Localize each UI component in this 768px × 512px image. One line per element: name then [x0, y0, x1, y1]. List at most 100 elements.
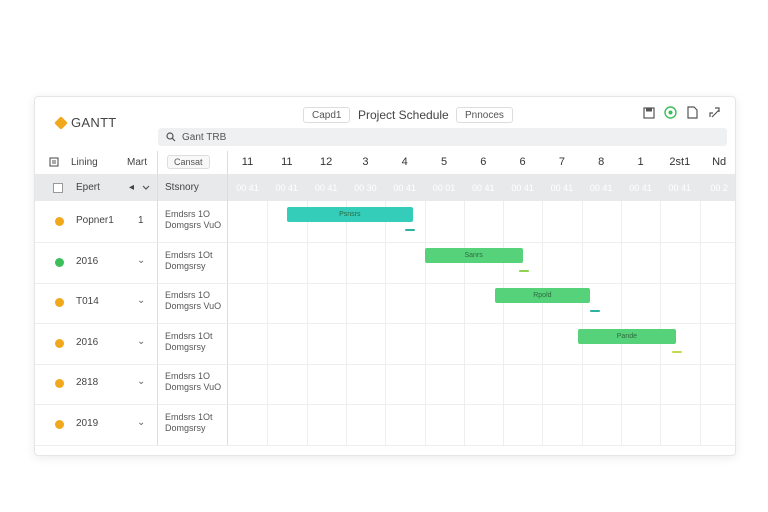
time-label: 00 41 [236, 182, 259, 193]
time-label: 00 30 [354, 182, 377, 193]
page-title: Project Schedule [358, 108, 449, 122]
row-name: 2016 [76, 336, 99, 348]
day-label: 4 [401, 156, 408, 168]
status-dot [55, 379, 64, 388]
table-row[interactable]: 2019 ⌄ Emdsrs 1Ot Domgsrsy [35, 405, 735, 446]
chevron-down-icon[interactable]: ⌄ [137, 376, 145, 387]
day-label: 7 [558, 156, 565, 168]
desc-line: Domgsrsy [165, 260, 206, 271]
chevron-down-icon[interactable] [142, 174, 150, 201]
row-name: 2818 [76, 377, 99, 388]
chevron-down-icon[interactable]: ⌄ [137, 255, 145, 266]
list-icon[interactable] [49, 151, 59, 173]
process-button[interactable]: Pnnoces [456, 107, 513, 123]
search-bar[interactable] [158, 128, 727, 146]
desc-line: Domgsrsy [165, 341, 206, 352]
desc-line: Emdsrs 1O [165, 371, 211, 381]
desc-line: Emdsrs 1Ot [165, 411, 213, 422]
status-dot [55, 257, 64, 267]
task-bar[interactable]: Pande [577, 328, 677, 344]
chevron-down-icon[interactable]: ⌄ [137, 417, 145, 428]
row-marker[interactable]: 1 [138, 215, 144, 226]
sort-arrow-icon[interactable]: ◂ [129, 174, 134, 201]
time-label: 00 41 [275, 182, 299, 193]
col-event[interactable]: Epert [76, 174, 100, 201]
row-name: T014 [76, 296, 99, 307]
task-bar[interactable]: Sanrs [424, 247, 523, 263]
tab-mart[interactable]: Mart [127, 151, 147, 173]
document-icon[interactable] [686, 106, 699, 119]
time-label: 00 2 [710, 182, 728, 193]
table-row[interactable]: 2016 ⌄ Emdsrs 1Ot Domgsrsy [35, 243, 735, 284]
logo-icon [54, 115, 68, 130]
desc-line: Domgsrs VuO [165, 301, 222, 311]
day-label: 2st1 [669, 156, 691, 168]
app-logo: GANTT [54, 115, 117, 130]
status-dot [55, 419, 64, 429]
row-name: 2019 [76, 417, 99, 429]
milestone-marker [404, 229, 415, 231]
save-icon[interactable] [642, 106, 655, 119]
day-label: 12 [319, 156, 333, 168]
desc-line: Domgsrs VuO [165, 382, 222, 392]
milestone-marker [672, 350, 683, 353]
task-bar[interactable]: Psnsrs [286, 207, 413, 222]
tab-listing[interactable]: Lining [71, 151, 98, 173]
column-header: Epert ◂ Stsnory 00 41 00 41 00 41 00 30 00 4… [35, 174, 735, 201]
timeline-header: Lining Mart Cansat 11 11 12 3 4 5 6 6 7 8 1 2st1 Nd [35, 151, 735, 173]
search-icon [166, 132, 176, 142]
row-description: Emdsrs 1Ot Domgsrsy [165, 331, 235, 353]
table-row[interactable]: T014 ⌄ Emdsrs 1O Domgsrs VuO [35, 283, 735, 324]
desc-line: Emdsrs 1O [165, 290, 211, 300]
milestone-marker [518, 269, 529, 272]
desc-line: Emdsrs 1O [165, 209, 211, 219]
time-label: 00 41 [668, 182, 692, 193]
time-label: 00 41 [511, 182, 534, 193]
row-name: Popner1 [76, 215, 114, 226]
day-label: 6 [480, 156, 487, 168]
chevron-down-icon[interactable]: ⌄ [137, 336, 145, 347]
desc-line: Domgsrs VuO [165, 220, 222, 230]
row-description: Emdsrs 1O Domgsrs VuO [165, 371, 235, 393]
time-label: 00 01 [432, 182, 456, 193]
capd-button[interactable]: Capd1 [303, 107, 351, 123]
row-description: Emdsrs 1O Domgsrs VuO [165, 209, 235, 231]
time-label: 00 41 [589, 182, 613, 193]
gantt-window: GANTT Capd1 Project Schedule Pnnoces Lin… [34, 96, 736, 456]
select-all-checkbox[interactable] [53, 174, 63, 201]
globe-icon[interactable] [664, 106, 677, 119]
row-description: Emdsrs 1Ot Domgsrsy [165, 412, 235, 434]
desc-line: Emdsrs 1Ot [165, 330, 213, 341]
table-row[interactable]: 2818 ⌄ Emdsrs 1O Domgsrs VuO [35, 364, 735, 405]
day-label: 6 [519, 156, 526, 168]
chevron-down-icon[interactable]: ⌄ [137, 295, 145, 306]
day-label: 3 [362, 156, 369, 168]
day-label: 11 [241, 156, 254, 168]
time-label: 00 41 [393, 182, 416, 193]
status-dot [55, 338, 64, 348]
desc-line: Emdsrs 1Ot [165, 249, 213, 260]
time-label: 00 41 [314, 182, 338, 193]
time-label: 00 41 [550, 182, 574, 193]
day-label: 5 [440, 156, 448, 168]
share-icon[interactable] [708, 106, 721, 119]
row-description: Emdsrs 1Ot Domgsrsy [165, 250, 235, 272]
milestone-marker [589, 310, 600, 312]
day-label: 1 [637, 156, 644, 168]
toolbar-icons [642, 106, 721, 119]
row-description: Emdsrs 1O Domgsrs VuO [165, 290, 235, 312]
day-label: 11 [281, 156, 293, 168]
col-summary[interactable]: Stsnory [165, 174, 199, 201]
row-name: 2016 [76, 255, 99, 267]
status-dot [55, 217, 64, 226]
search-input[interactable] [182, 131, 582, 143]
day-label: 8 [598, 156, 605, 168]
desc-line: Domgsrsy [165, 422, 206, 433]
time-label: 00 41 [629, 182, 652, 193]
task-bar[interactable]: Rpold [495, 288, 590, 303]
time-label: 00 41 [472, 182, 495, 193]
day-label: Nd [712, 156, 727, 168]
logo-text: GANTT [71, 115, 117, 130]
status-dot [55, 298, 64, 307]
cansat-button[interactable]: Cansat [167, 155, 210, 169]
